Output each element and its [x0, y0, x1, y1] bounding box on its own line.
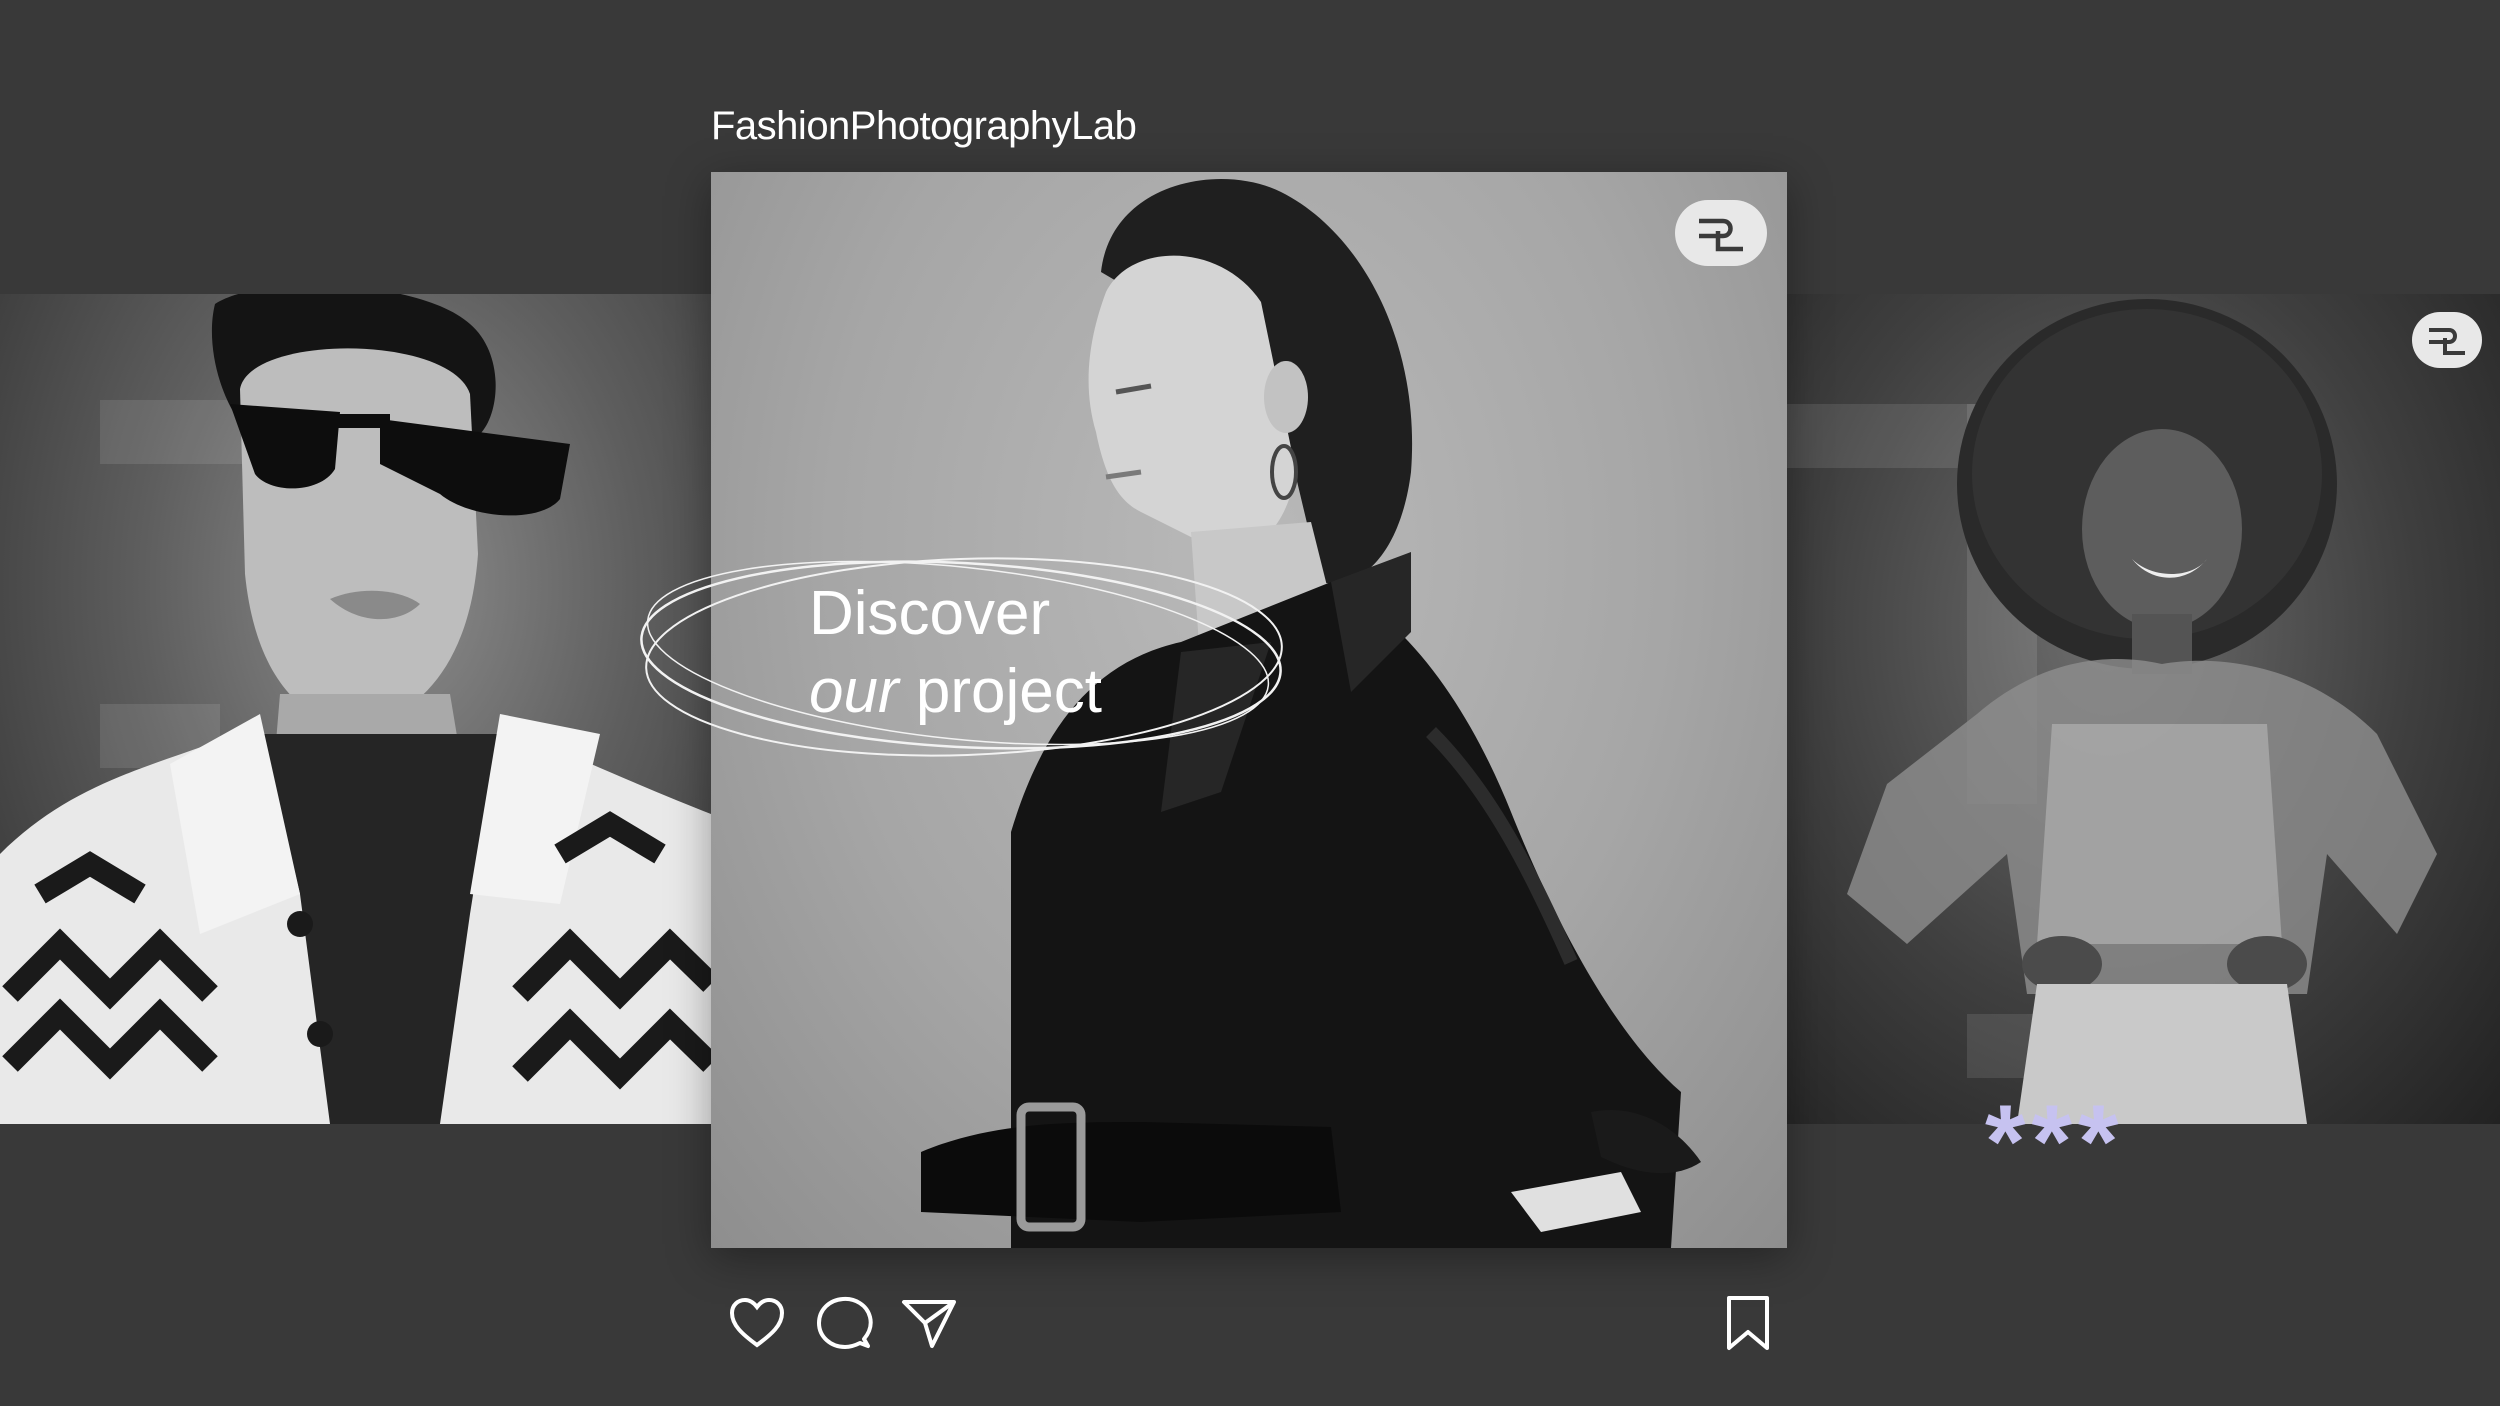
headline-text: Discover our project — [809, 575, 1102, 730]
brand-logo-icon — [1699, 218, 1743, 252]
headline-line-2: our project — [809, 653, 1102, 731]
brand-logo-badge — [2412, 312, 2482, 368]
female-model-photo — [1847, 299, 2437, 1124]
headline-line-1: Discover — [809, 579, 1051, 648]
previous-post-image[interactable] — [0, 294, 711, 1124]
account-name[interactable]: FashionPhotographyLab — [711, 104, 1137, 149]
brand-logo-icon — [2429, 328, 2465, 355]
male-model-photo — [0, 294, 711, 1124]
bookmark-icon — [1727, 1296, 1769, 1350]
stars-decoration: *** — [1985, 1084, 2125, 1200]
discover-project-overlay: Discover our project — [636, 545, 1286, 765]
brand-logo-badge — [1675, 200, 1767, 266]
send-icon — [902, 1300, 956, 1348]
instagram-post-carousel: FashionPhotographyLab Discover our proje… — [0, 0, 2500, 1406]
headline-italic-word: our — [809, 656, 899, 726]
save-button[interactable] — [1717, 1292, 1779, 1354]
comment-button[interactable] — [812, 1292, 874, 1354]
next-post-image[interactable] — [1787, 294, 2500, 1124]
headline-line-2-rest: project — [898, 656, 1102, 726]
comment-icon — [817, 1296, 873, 1349]
like-button[interactable] — [726, 1292, 788, 1354]
post-action-bar — [711, 1280, 1787, 1360]
heart-icon — [729, 1297, 785, 1348]
share-button[interactable] — [898, 1292, 960, 1354]
